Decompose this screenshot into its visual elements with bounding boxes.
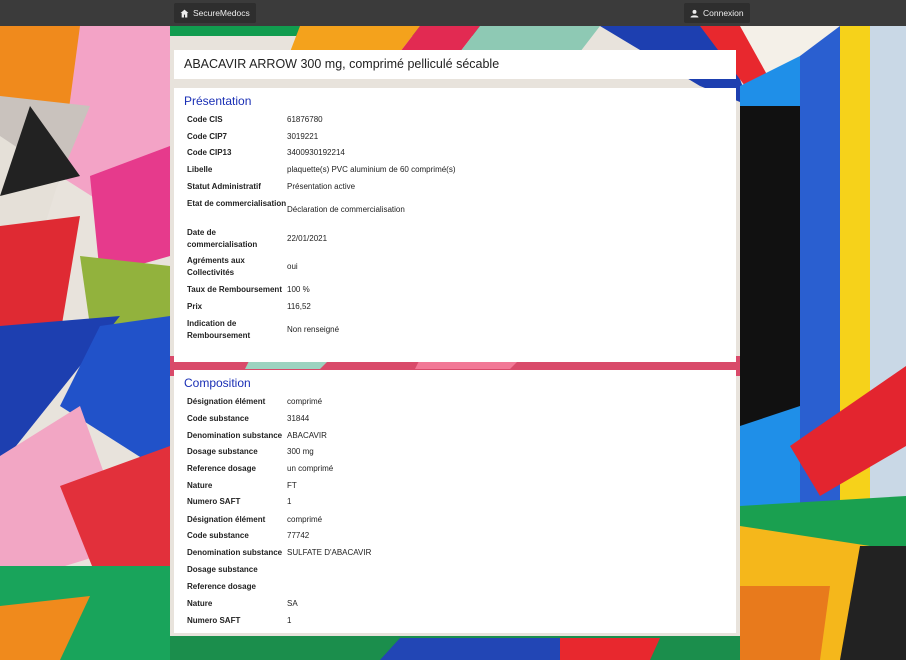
user-icon: [690, 9, 699, 17]
row-label: Denomination substance: [187, 431, 283, 440]
login-button[interactable]: Connexion: [684, 3, 750, 23]
row-label: Code substance: [187, 531, 249, 540]
row-value: 100 %: [287, 285, 310, 294]
row-value: comprimé: [287, 515, 323, 524]
row-value: plaquette(s) PVC aluminium de 60 comprim…: [287, 165, 456, 174]
row-value: 116,52: [287, 302, 311, 311]
row-value: SA: [287, 599, 298, 608]
row-label: Date de commercialisation: [187, 228, 258, 249]
row-label: Etat de commercialisation: [187, 199, 287, 208]
row-value: 1: [287, 616, 292, 625]
row-value: 31844: [287, 414, 310, 423]
row-label: Nature: [187, 481, 213, 490]
row-label: Désignation élément: [187, 515, 266, 524]
row-value: 300 mg: [287, 447, 314, 456]
product-title-panel: ABACAVIR ARROW 300 mg, comprimé pellicul…: [174, 50, 736, 79]
row-value: ABACAVIR: [287, 431, 327, 440]
row-value: 22/01/2021: [287, 234, 328, 243]
row-label: Code CIP7: [187, 132, 228, 141]
row-label: Denomination substance: [187, 548, 283, 557]
row-value: 1: [287, 497, 292, 506]
row-label: Prix: [187, 302, 203, 311]
row-label: Indication de Remboursement: [187, 319, 251, 340]
row-label: Reference dosage: [187, 582, 256, 591]
row-value: oui: [287, 262, 298, 271]
brand-home-link[interactable]: SecureMedocs: [174, 3, 256, 23]
row-label: Désignation élément: [187, 397, 266, 406]
row-value: FT: [287, 481, 297, 490]
row-value: SULFATE D'ABACAVIR: [287, 548, 372, 557]
row-value: 3019221: [287, 132, 319, 141]
row-value: comprimé: [287, 397, 323, 406]
row-label: Libelle: [187, 165, 213, 174]
composition-panel: Composition Désignation élément comprimé…: [174, 370, 736, 633]
row-label: Nature: [187, 599, 213, 608]
row-value: Non renseigné: [287, 325, 340, 334]
brand-label: SecureMedocs: [193, 8, 250, 18]
row-label: Code CIP13: [187, 148, 232, 157]
page-title: ABACAVIR ARROW 300 mg, comprimé pellicul…: [184, 57, 500, 71]
home-icon: [180, 9, 189, 17]
row-value: 61876780: [287, 115, 323, 124]
row-label: Statut Administratif: [187, 182, 261, 191]
presentation-panel: Présentation Code CIS 61876780 Code CIP7…: [174, 88, 736, 362]
row-label: Dosage substance: [187, 565, 258, 574]
row-label: Code CIS: [187, 115, 223, 124]
row-value: Déclaration de commercialisation: [287, 205, 405, 214]
row-label: Numero SAFT: [187, 497, 241, 506]
login-label: Connexion: [703, 8, 744, 18]
row-label: Code substance: [187, 414, 249, 423]
top-navbar: SecureMedocs Connexion: [0, 0, 906, 26]
presentation-section-title: Présentation: [184, 94, 252, 108]
row-label: Reference dosage: [187, 464, 256, 473]
row-label: Dosage substance: [187, 447, 258, 456]
row-label: Taux de Remboursement: [187, 285, 282, 294]
composition-section-title: Composition: [184, 376, 251, 390]
row-value: 3400930192214: [287, 148, 345, 157]
row-label: Numero SAFT: [187, 616, 241, 625]
row-value: un comprimé: [287, 464, 334, 473]
row-value: 77742: [287, 531, 310, 540]
row-value: Présentation active: [287, 182, 356, 191]
row-label: Agréments aux Collectivités: [187, 256, 245, 277]
